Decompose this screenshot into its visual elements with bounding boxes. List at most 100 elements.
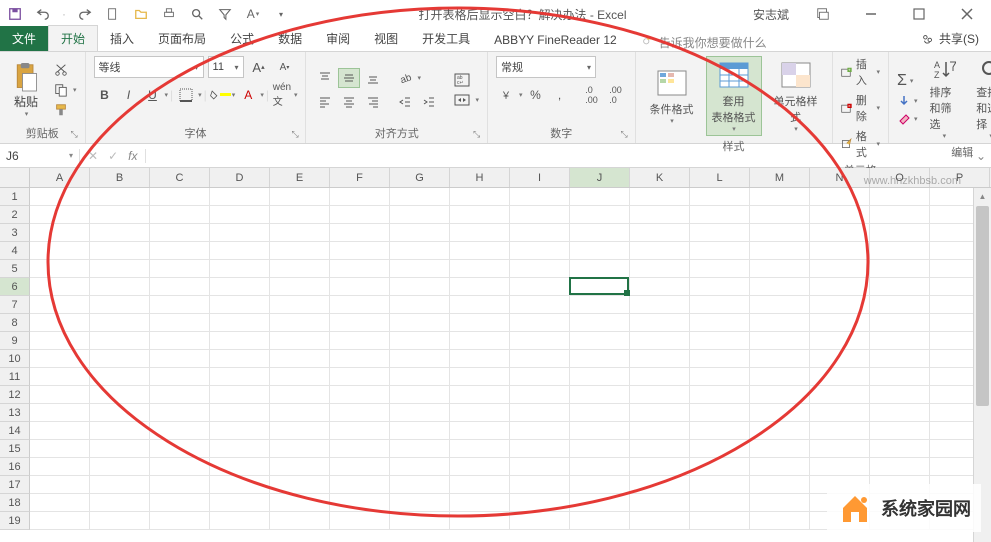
cell-E4[interactable] [270, 242, 330, 260]
cell-H11[interactable] [450, 368, 510, 386]
cell-B8[interactable] [90, 314, 150, 332]
cell-B16[interactable] [90, 458, 150, 476]
cell-M18[interactable] [750, 494, 810, 512]
cell-I12[interactable] [510, 386, 570, 404]
cell-I19[interactable] [510, 512, 570, 530]
cell-H4[interactable] [450, 242, 510, 260]
row-header-5[interactable]: 5 [0, 260, 30, 278]
cell-O3[interactable] [870, 224, 930, 242]
cell-N3[interactable] [810, 224, 870, 242]
number-format-combo[interactable]: 常规▾ [496, 56, 596, 78]
cell-K9[interactable] [630, 332, 690, 350]
cell-G2[interactable] [390, 206, 450, 224]
cell-I11[interactable] [510, 368, 570, 386]
cell-L18[interactable] [690, 494, 750, 512]
align-top-button[interactable] [314, 68, 336, 88]
ribbon-options-button[interactable] [803, 2, 843, 26]
cell-C11[interactable] [150, 368, 210, 386]
cell-E7[interactable] [270, 296, 330, 314]
cell-G12[interactable] [390, 386, 450, 404]
font-color-button[interactable]: A [237, 84, 259, 106]
cell-J12[interactable] [570, 386, 630, 404]
cell-I7[interactable] [510, 296, 570, 314]
cell-F18[interactable] [330, 494, 390, 512]
cell-F13[interactable] [330, 404, 390, 422]
cell-N6[interactable] [810, 278, 870, 296]
tab-review[interactable]: 审阅 [314, 26, 362, 51]
minimize-button[interactable] [851, 2, 891, 26]
cell-L14[interactable] [690, 422, 750, 440]
cell-B15[interactable] [90, 440, 150, 458]
name-box[interactable]: J6 ▾ [0, 149, 80, 163]
cell-H19[interactable] [450, 512, 510, 530]
cell-E15[interactable] [270, 440, 330, 458]
cell-D14[interactable] [210, 422, 270, 440]
col-header-G[interactable]: G [390, 168, 450, 187]
cell-B13[interactable] [90, 404, 150, 422]
format-painter-button[interactable] [54, 103, 77, 117]
cell-B3[interactable] [90, 224, 150, 242]
cell-C4[interactable] [150, 242, 210, 260]
cell-N15[interactable] [810, 440, 870, 458]
cell-L11[interactable] [690, 368, 750, 386]
qat-new-button[interactable] [102, 3, 124, 25]
cell-A5[interactable] [30, 260, 90, 278]
format-cells-button[interactable]: 格式▾ [841, 128, 881, 160]
close-button[interactable] [947, 2, 987, 26]
col-header-N[interactable]: N [810, 168, 870, 187]
col-header-B[interactable]: B [90, 168, 150, 187]
increase-font-button[interactable]: A▴ [248, 56, 270, 78]
cell-B14[interactable] [90, 422, 150, 440]
copy-button[interactable]: ▾ [54, 83, 77, 97]
cell-I13[interactable] [510, 404, 570, 422]
cell-G1[interactable] [390, 188, 450, 206]
cell-I14[interactable] [510, 422, 570, 440]
cell-I15[interactable] [510, 440, 570, 458]
cell-M2[interactable] [750, 206, 810, 224]
cell-L12[interactable] [690, 386, 750, 404]
cell-A7[interactable] [30, 296, 90, 314]
cell-E2[interactable] [270, 206, 330, 224]
qat-filter-button[interactable] [214, 3, 236, 25]
cell-F8[interactable] [330, 314, 390, 332]
align-center-button[interactable] [338, 92, 360, 112]
cell-H8[interactable] [450, 314, 510, 332]
cell-I2[interactable] [510, 206, 570, 224]
cell-K18[interactable] [630, 494, 690, 512]
cell-K10[interactable] [630, 350, 690, 368]
cell-N9[interactable] [810, 332, 870, 350]
cell-A10[interactable] [30, 350, 90, 368]
cell-C6[interactable] [150, 278, 210, 296]
cell-A13[interactable] [30, 404, 90, 422]
cell-F1[interactable] [330, 188, 390, 206]
cell-J9[interactable] [570, 332, 630, 350]
cell-O5[interactable] [870, 260, 930, 278]
cell-E11[interactable] [270, 368, 330, 386]
cell-I1[interactable] [510, 188, 570, 206]
cell-G3[interactable] [390, 224, 450, 242]
cell-F15[interactable] [330, 440, 390, 458]
cell-C14[interactable] [150, 422, 210, 440]
tab-insert[interactable]: 插入 [98, 26, 146, 51]
cell-H14[interactable] [450, 422, 510, 440]
align-right-button[interactable] [362, 92, 384, 112]
cell-I3[interactable] [510, 224, 570, 242]
row-header-11[interactable]: 11 [0, 368, 30, 386]
cell-H12[interactable] [450, 386, 510, 404]
cell-E8[interactable] [270, 314, 330, 332]
cell-O12[interactable] [870, 386, 930, 404]
font-size-combo[interactable]: 11▾ [208, 56, 244, 78]
cell-E16[interactable] [270, 458, 330, 476]
cell-M11[interactable] [750, 368, 810, 386]
cell-J18[interactable] [570, 494, 630, 512]
row-header-16[interactable]: 16 [0, 458, 30, 476]
cell-H15[interactable] [450, 440, 510, 458]
cell-I9[interactable] [510, 332, 570, 350]
row-header-7[interactable]: 7 [0, 296, 30, 314]
cell-J15[interactable] [570, 440, 630, 458]
col-header-A[interactable]: A [30, 168, 90, 187]
cell-F10[interactable] [330, 350, 390, 368]
tab-developer[interactable]: 开发工具 [410, 26, 482, 51]
cell-C15[interactable] [150, 440, 210, 458]
cell-I5[interactable] [510, 260, 570, 278]
